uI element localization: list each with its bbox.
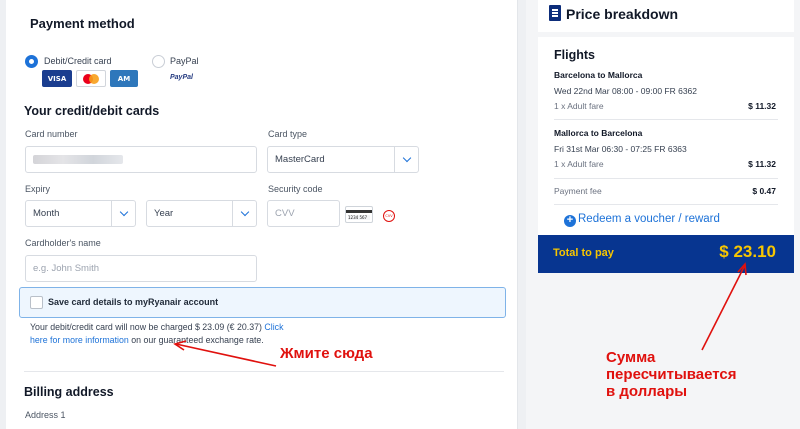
address1-label: Address 1 bbox=[25, 410, 66, 420]
leg2-time: Fri 31st Mar 06:30 - 07:25 FR 6363 bbox=[554, 144, 687, 154]
visa-logo: VISA bbox=[42, 70, 72, 87]
charge-note: Your debit/credit card will now be charg… bbox=[30, 321, 290, 346]
expiry-month-select[interactable]: Month bbox=[25, 200, 136, 227]
leg2-route: Mallorca to Barcelona bbox=[554, 128, 643, 138]
chevron-down-icon bbox=[394, 147, 418, 172]
flights-section: Flights Barcelona to Mallorca Wed 22nd M… bbox=[538, 37, 794, 235]
total-label: Total to pay bbox=[553, 247, 614, 259]
price-breakdown-title: Price breakdown bbox=[566, 6, 679, 22]
debit-credit-radio[interactable] bbox=[25, 55, 38, 68]
card-form-title: Your credit/debit cards bbox=[24, 104, 160, 118]
leg1-price: $ 11.32 bbox=[748, 101, 776, 111]
paypal-label: PayPal bbox=[170, 56, 199, 66]
payment-fee-label: Payment fee bbox=[554, 186, 602, 196]
leg1-time: Wed 22nd Mar 08:00 - 09:00 FR 6362 bbox=[554, 86, 698, 96]
redeem-voucher-link[interactable]: Redeem a voucher / reward bbox=[578, 213, 720, 225]
leg1-fare: 1 x Adult fare bbox=[554, 101, 604, 111]
save-card-label: Save card details to myRyanair account bbox=[48, 297, 219, 307]
recalc-annotation-line3: в доллары bbox=[606, 383, 688, 400]
paypal-radio[interactable] bbox=[152, 55, 165, 68]
cardholder-label: Cardholder's name bbox=[25, 238, 101, 248]
total-bar: Total to pay $ 23.10 bbox=[538, 235, 794, 273]
card-number-input[interactable] bbox=[25, 146, 257, 173]
paypal-logo: PayPal bbox=[170, 74, 193, 81]
chevron-down-icon bbox=[111, 201, 135, 226]
amex-logo: AM bbox=[110, 70, 138, 87]
year-value: Year bbox=[154, 208, 174, 219]
save-card-checkbox[interactable] bbox=[30, 296, 43, 309]
charge-note-text: Your debit/credit card will now be charg… bbox=[30, 322, 262, 332]
cvv-input[interactable]: CVV bbox=[267, 200, 340, 227]
cvv-card-icon: 1234 567 bbox=[345, 206, 373, 223]
payment-fee-value: $ 0.47 bbox=[752, 186, 776, 196]
cvv-circle-icon: CVV bbox=[383, 210, 395, 222]
divider bbox=[554, 204, 778, 205]
expiry-year-select[interactable]: Year bbox=[146, 200, 257, 227]
security-code-label: Security code bbox=[268, 184, 323, 194]
card-type-select[interactable]: MasterCard bbox=[267, 146, 419, 173]
charge-note-tail: on our guaranteed exchange rate. bbox=[131, 334, 264, 345]
save-card-box[interactable]: Save card details to myRyanair account bbox=[19, 287, 506, 318]
card-type-label: Card type bbox=[268, 129, 308, 139]
recalc-annotation-line2: пересчитывается bbox=[606, 366, 737, 383]
expiry-label: Expiry bbox=[25, 184, 51, 194]
month-value: Month bbox=[33, 208, 60, 219]
chevron-down-icon bbox=[232, 201, 256, 226]
divider bbox=[24, 371, 504, 372]
cardholder-input[interactable]: e.g. John Smith bbox=[25, 255, 257, 282]
payment-method-title: Payment method bbox=[30, 16, 135, 31]
masked-card-number bbox=[33, 155, 123, 164]
mastercard-icon bbox=[83, 73, 99, 84]
leg2-price: $ 11.32 bbox=[748, 159, 776, 169]
leg2-fare: 1 x Adult fare bbox=[554, 159, 604, 169]
debit-credit-label: Debit/Credit card bbox=[44, 56, 112, 66]
billing-title: Billing address bbox=[24, 385, 114, 399]
click-here-annotation: Жмите сюда bbox=[280, 345, 373, 362]
total-value: $ 23.10 bbox=[719, 242, 776, 261]
leg1-route: Barcelona to Mallorca bbox=[554, 70, 643, 80]
card-number-label: Card number bbox=[25, 129, 78, 139]
mastercard-logo bbox=[76, 70, 106, 87]
divider bbox=[554, 178, 778, 179]
card-type-value: MasterCard bbox=[275, 154, 325, 165]
recalc-annotation-line1: Сумма bbox=[606, 349, 656, 366]
flights-title: Flights bbox=[554, 48, 595, 62]
document-icon bbox=[549, 5, 561, 21]
divider bbox=[554, 119, 778, 120]
plus-circle-icon[interactable]: + bbox=[564, 215, 576, 227]
